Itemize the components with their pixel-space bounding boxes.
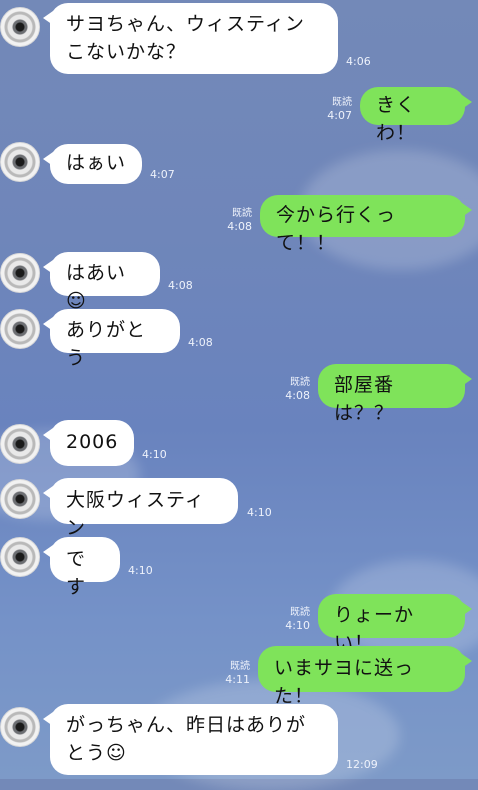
message-time: 4:10 [142,448,167,461]
read-receipt: 既読 [230,661,250,672]
contact-avatar[interactable] [0,253,40,293]
message-bubble[interactable]: です [43,537,120,598]
message-bubble[interactable]: はぁい [43,144,142,184]
message-text: ありがとう [66,319,147,369]
message-time: 4:08 [168,279,193,292]
message-text: きくわ！ [376,94,417,144]
message-bubble[interactable]: はあい☺ [43,252,160,312]
message-meta: 既読 4:07 [318,96,352,122]
read-receipt: 既読 [232,208,252,219]
contact-avatar[interactable] [0,537,40,577]
message-time: 4:10 [128,564,153,577]
message-text: サヨちゃん、ウィスティンこないかな？ [66,13,305,63]
message-bubble[interactable]: ありがとう [43,309,180,369]
contact-avatar[interactable] [0,424,40,464]
message-bubble[interactable]: 部屋番は？？ [318,364,472,424]
message-time: 4:10 [285,619,310,632]
message-text: 2006 [66,431,119,453]
message-bubble[interactable]: きくわ！ [360,87,472,144]
read-receipt: 既読 [332,97,352,108]
message-meta: 既読 4:08 [218,207,252,233]
message-text: がっちゃん、昨日はありがとう☺ [66,714,307,764]
message-text: 大阪ウィスティン [66,489,205,539]
message-time: 4:10 [247,506,272,519]
contact-avatar[interactable] [0,707,40,747]
message-bubble[interactable]: 今から行くって！！ [260,195,472,254]
message-bubble[interactable]: サヨちゃん、ウィスティンこないかな？ [43,3,338,74]
read-receipt: 既読 [290,377,310,388]
message-bubble[interactable]: いまサヨに送った！ [258,646,472,707]
message-time: 4:11 [225,673,250,686]
message-bubble[interactable]: 2006 [43,420,134,466]
message-time: 4:08 [227,220,252,233]
message-text: 部屋番は？？ [334,374,395,424]
contact-avatar[interactable] [0,142,40,182]
message-time: 12:09 [346,758,378,771]
message-bubble[interactable]: がっちゃん、昨日はありがとう☺ [43,704,338,775]
message-meta: 既読 4:11 [216,660,250,686]
contact-avatar[interactable] [0,309,40,349]
message-bubble[interactable]: りょーかい！ [318,594,472,654]
read-receipt: 既読 [290,607,310,618]
message-time: 4:08 [188,336,213,349]
message-time: 4:07 [150,168,175,181]
message-text: です [66,548,87,598]
message-time: 4:08 [285,389,310,402]
contact-avatar[interactable] [0,7,40,47]
message-bubble[interactable]: 大阪ウィスティン [43,478,238,539]
contact-avatar[interactable] [0,479,40,519]
message-text: はぁい [66,152,127,174]
message-text: はあい☺ [66,262,127,312]
message-time: 4:07 [327,109,352,122]
message-time: 4:06 [346,55,371,68]
message-meta: 既読 4:08 [276,376,310,402]
message-meta: 既読 4:10 [276,606,310,632]
